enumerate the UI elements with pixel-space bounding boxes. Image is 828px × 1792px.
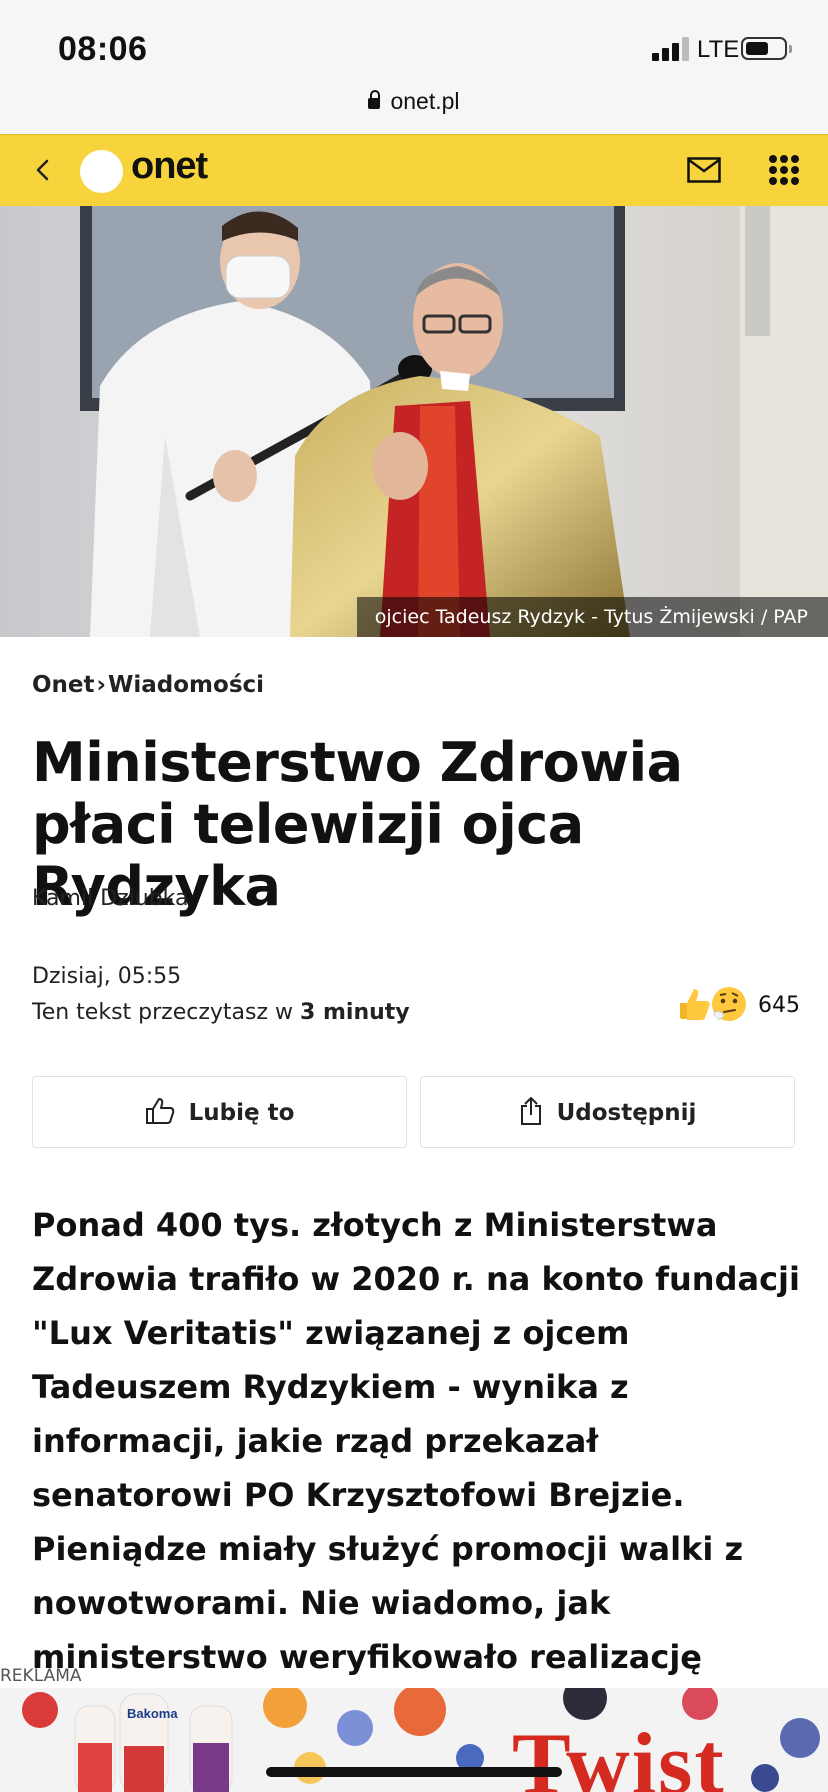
breadcrumb-section[interactable]: Wiadomości (108, 672, 264, 698)
read-time-prefix: Ten tekst przeczytasz w (32, 1000, 301, 1025)
share-icon (520, 1096, 541, 1125)
thumbs-up-emoji-icon (680, 989, 710, 1020)
thumbs-up-icon (145, 1097, 174, 1124)
like-button-label: Lubię to (188, 1100, 295, 1126)
address-bar[interactable]: onet.pl (0, 88, 828, 115)
lock-icon (368, 90, 381, 109)
signal-icon (652, 37, 692, 61)
battery-icon (741, 37, 792, 60)
status-time: 08:06 (58, 30, 148, 68)
top-navigation: onet (0, 134, 828, 206)
home-indicator[interactable] (266, 1767, 562, 1777)
onet-logo-text[interactable]: onet (131, 145, 208, 188)
read-time: Ten tekst przeczytasz w 3 minuty (32, 1000, 410, 1025)
ad-label: REKLAMA (0, 1666, 82, 1686)
ad-product-name: Bakoma (127, 1706, 178, 1721)
article-lead: Ponad 400 tys. złotych z Ministerstwa Zd… (32, 1206, 800, 1730)
share-button[interactable]: Udostępnij (420, 1076, 795, 1148)
article-author[interactable]: Kamil Dziubka (32, 886, 189, 911)
read-time-value: 3 minuty (300, 1000, 410, 1025)
image-caption: ojciec Tadeusz Rydzyk - Tytus Żmijewski … (356, 597, 828, 637)
hero-photo-illustration (0, 206, 828, 637)
url-text: onet.pl (390, 88, 460, 114)
onet-logo-icon[interactable] (80, 150, 123, 193)
thinking-face-emoji-icon (712, 987, 746, 1021)
share-button-label: Udostępnij (556, 1100, 697, 1126)
network-type: LTE (697, 36, 740, 63)
reactions-count: 645 (758, 993, 800, 1018)
breadcrumb-site[interactable]: Onet (32, 672, 95, 698)
hero-image[interactable]: ojciec Tadeusz Rydzyk - Tytus Żmijewski … (0, 206, 828, 637)
status-bar: 08:06 LTE onet.pl (0, 0, 828, 134)
mail-icon[interactable] (687, 157, 721, 187)
breadcrumb: Onet›Wiadomości (32, 672, 264, 698)
apps-grid-icon[interactable] (769, 155, 799, 185)
ad-brand: Twist (512, 1716, 726, 1792)
back-icon[interactable] (28, 155, 58, 185)
article-date: Dzisiaj, 05:55 (32, 964, 182, 989)
like-button[interactable]: Lubię to (32, 1076, 407, 1148)
breadcrumb-separator: › (96, 672, 107, 698)
